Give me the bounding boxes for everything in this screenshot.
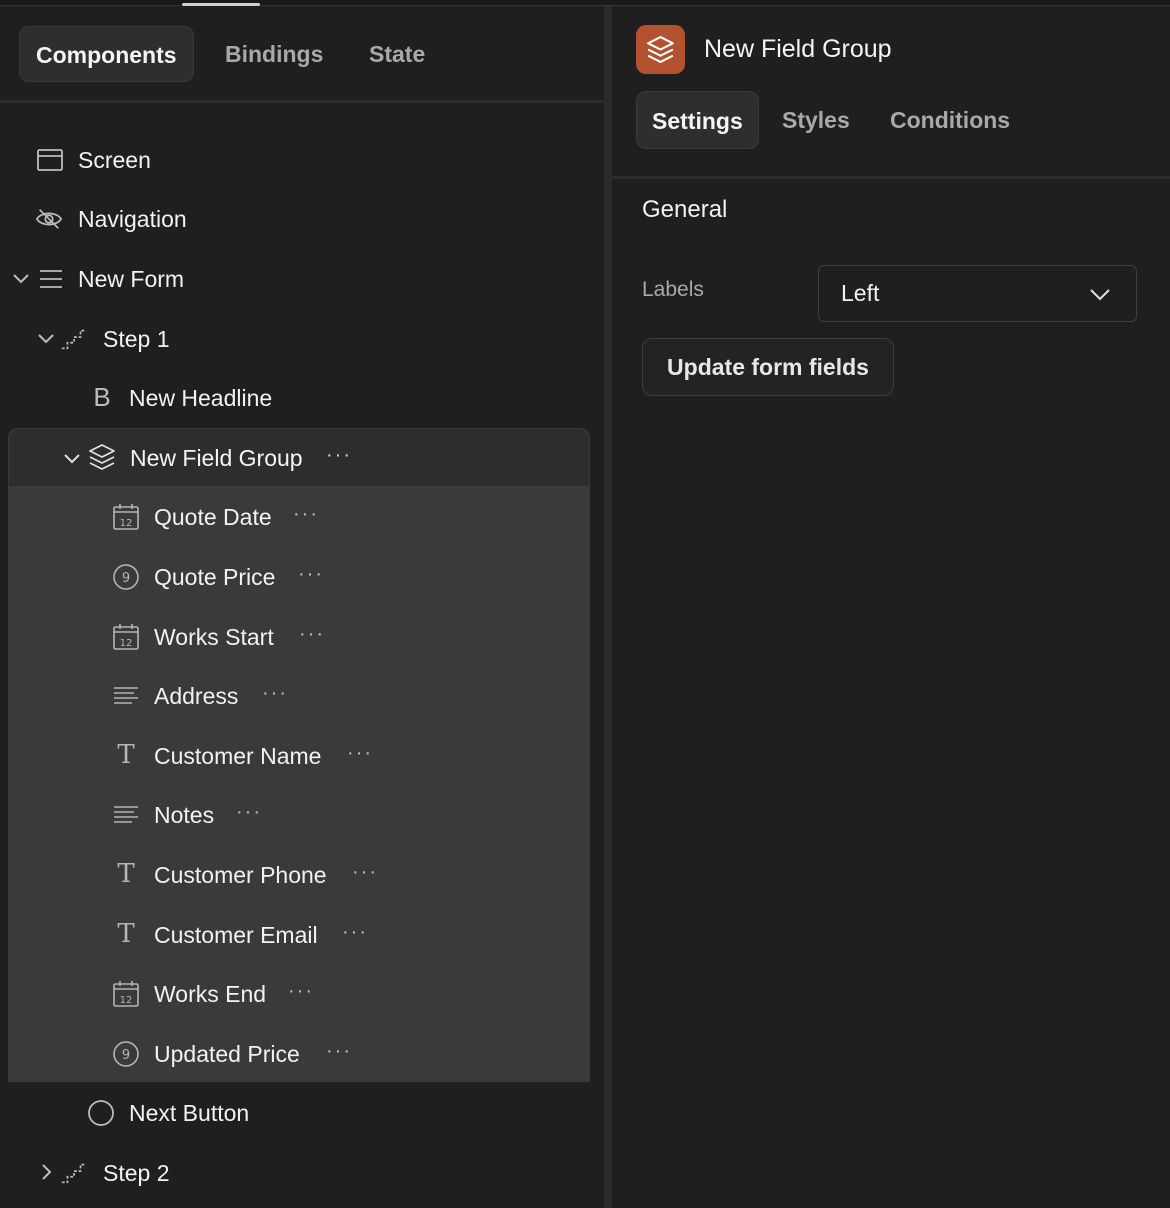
tree-item-label: Step 1 bbox=[103, 326, 170, 352]
more-options-button[interactable]: ··· bbox=[298, 549, 324, 599]
tree-item-label: Customer Email bbox=[154, 922, 318, 948]
tree-item-new-headline[interactable]: B New Headline bbox=[0, 370, 590, 426]
tree-item-quote-price[interactable]: 9 Quote Price ··· bbox=[0, 549, 590, 605]
tree-item-label: Quote Price bbox=[154, 564, 276, 590]
calendar-icon-number: 12 bbox=[120, 638, 133, 649]
number-icon: 9 bbox=[113, 1041, 139, 1067]
calendar-icon-number: 12 bbox=[120, 518, 133, 529]
calendar-icon: 12 bbox=[113, 624, 139, 650]
tree-item-label: New Field Group bbox=[130, 445, 303, 471]
tree-item-label: Step 2 bbox=[103, 1160, 170, 1186]
tree-item-label: Navigation bbox=[78, 206, 187, 232]
tree-item-navigation[interactable]: Navigation bbox=[0, 191, 590, 247]
tab-styles[interactable]: Styles bbox=[767, 91, 865, 149]
button-icon bbox=[88, 1100, 114, 1126]
section-title: General bbox=[642, 196, 728, 223]
component-title: New Field Group bbox=[704, 35, 892, 63]
chevron-down-icon bbox=[1090, 289, 1110, 301]
tree-item-label: Screen bbox=[78, 147, 151, 173]
text-icon: T bbox=[117, 919, 135, 949]
tree-item-quote-date[interactable]: 12 Quote Date ··· bbox=[0, 489, 590, 545]
number-icon-glyph: 9 bbox=[122, 571, 130, 586]
layers-icon bbox=[89, 444, 115, 470]
more-options-button[interactable]: ··· bbox=[293, 489, 319, 539]
calendar-icon-number: 12 bbox=[120, 995, 133, 1006]
tree-item-screen[interactable]: Screen bbox=[0, 132, 590, 188]
panel-divider[interactable] bbox=[604, 6, 612, 1208]
inspector-panel: New Field Group Settings Styles Conditio… bbox=[612, 6, 1170, 1208]
left-tab-bar: Components Bindings State bbox=[0, 6, 604, 103]
component-badge bbox=[636, 25, 685, 74]
tab-bindings[interactable]: Bindings bbox=[209, 26, 339, 82]
tree-item-works-end[interactable]: 12 Works End ··· bbox=[0, 966, 590, 1022]
tree-item-label: Address bbox=[154, 683, 239, 709]
tree-item-label: Updated Price bbox=[154, 1041, 300, 1067]
more-options-button[interactable]: ··· bbox=[326, 429, 352, 481]
tab-components[interactable]: Components bbox=[19, 26, 194, 82]
number-icon: 9 bbox=[113, 564, 139, 590]
inspector-tab-bar: Settings Styles Conditions bbox=[612, 91, 1170, 179]
update-form-fields-button[interactable]: Update form fields bbox=[642, 338, 894, 396]
labels-label: Labels bbox=[642, 278, 704, 301]
eye-off-icon bbox=[35, 209, 63, 229]
tree-item-new-field-group[interactable]: New Field Group ··· bbox=[8, 428, 590, 486]
tree-item-label: Next Button bbox=[129, 1100, 250, 1126]
tab-settings[interactable]: Settings bbox=[636, 91, 759, 149]
bold-icon: B bbox=[93, 382, 111, 412]
tree-item-next-button[interactable]: Next Button bbox=[0, 1085, 590, 1141]
layers-icon bbox=[647, 36, 674, 63]
tree-item-step-1[interactable]: Step 1 bbox=[0, 311, 590, 367]
chevron-down-icon[interactable] bbox=[10, 267, 32, 289]
steps-icon bbox=[61, 329, 87, 350]
components-panel: Components Bindings State Screen Navigat… bbox=[0, 6, 604, 1208]
steps-icon bbox=[61, 1163, 87, 1184]
more-options-button[interactable]: ··· bbox=[288, 966, 314, 1016]
tree-item-works-start[interactable]: 12 Works Start ··· bbox=[0, 609, 590, 665]
tree-item-updated-price[interactable]: 9 Updated Price ··· bbox=[0, 1026, 590, 1082]
tree-item-notes[interactable]: Notes ··· bbox=[0, 787, 590, 843]
tree-item-label: Customer Phone bbox=[154, 862, 327, 888]
tree-item-label: New Form bbox=[78, 266, 185, 292]
tree-item-step-2[interactable]: Step 2 bbox=[0, 1145, 590, 1201]
paragraph-icon bbox=[114, 806, 138, 823]
paragraph-icon bbox=[114, 687, 138, 704]
tab-conditions[interactable]: Conditions bbox=[875, 91, 1025, 149]
tree-item-customer-email[interactable]: T Customer Email ··· bbox=[0, 907, 590, 963]
more-options-button[interactable]: ··· bbox=[236, 787, 262, 837]
more-options-button[interactable]: ··· bbox=[326, 1026, 352, 1076]
text-icon: T bbox=[117, 740, 135, 770]
number-icon-glyph: 9 bbox=[122, 1048, 130, 1063]
chevron-down-icon[interactable] bbox=[35, 327, 57, 349]
tree-item-label: New Headline bbox=[129, 385, 273, 411]
tab-state[interactable]: State bbox=[353, 26, 441, 82]
screen-icon bbox=[37, 149, 63, 171]
tree-item-label: Quote Date bbox=[154, 504, 272, 530]
labels-select-value: Left bbox=[841, 280, 880, 306]
tree-item-customer-phone[interactable]: T Customer Phone ··· bbox=[0, 847, 590, 903]
tree-item-address[interactable]: Address ··· bbox=[0, 668, 590, 724]
calendar-icon: 12 bbox=[113, 981, 139, 1007]
chevron-down-icon[interactable] bbox=[61, 447, 83, 469]
chevron-right-icon[interactable] bbox=[35, 1161, 57, 1183]
more-options-button[interactable]: ··· bbox=[262, 668, 288, 718]
more-options-button[interactable]: ··· bbox=[352, 847, 378, 897]
tree-item-new-form[interactable]: New Form bbox=[0, 251, 590, 307]
labels-select[interactable]: Left bbox=[818, 265, 1137, 322]
tree-item-label: Customer Name bbox=[154, 743, 322, 769]
text-icon: T bbox=[117, 859, 135, 889]
tree-item-customer-name[interactable]: T Customer Name ··· bbox=[0, 728, 590, 784]
more-options-button[interactable]: ··· bbox=[347, 728, 373, 778]
tree-item-label: Works Start bbox=[154, 624, 274, 650]
tree-item-label: Notes bbox=[154, 802, 215, 828]
calendar-icon: 12 bbox=[113, 504, 139, 530]
more-options-button[interactable]: ··· bbox=[299, 609, 325, 659]
tree-item-label: Works End bbox=[154, 981, 267, 1007]
more-options-button[interactable]: ··· bbox=[342, 907, 368, 957]
form-icon bbox=[40, 270, 62, 288]
